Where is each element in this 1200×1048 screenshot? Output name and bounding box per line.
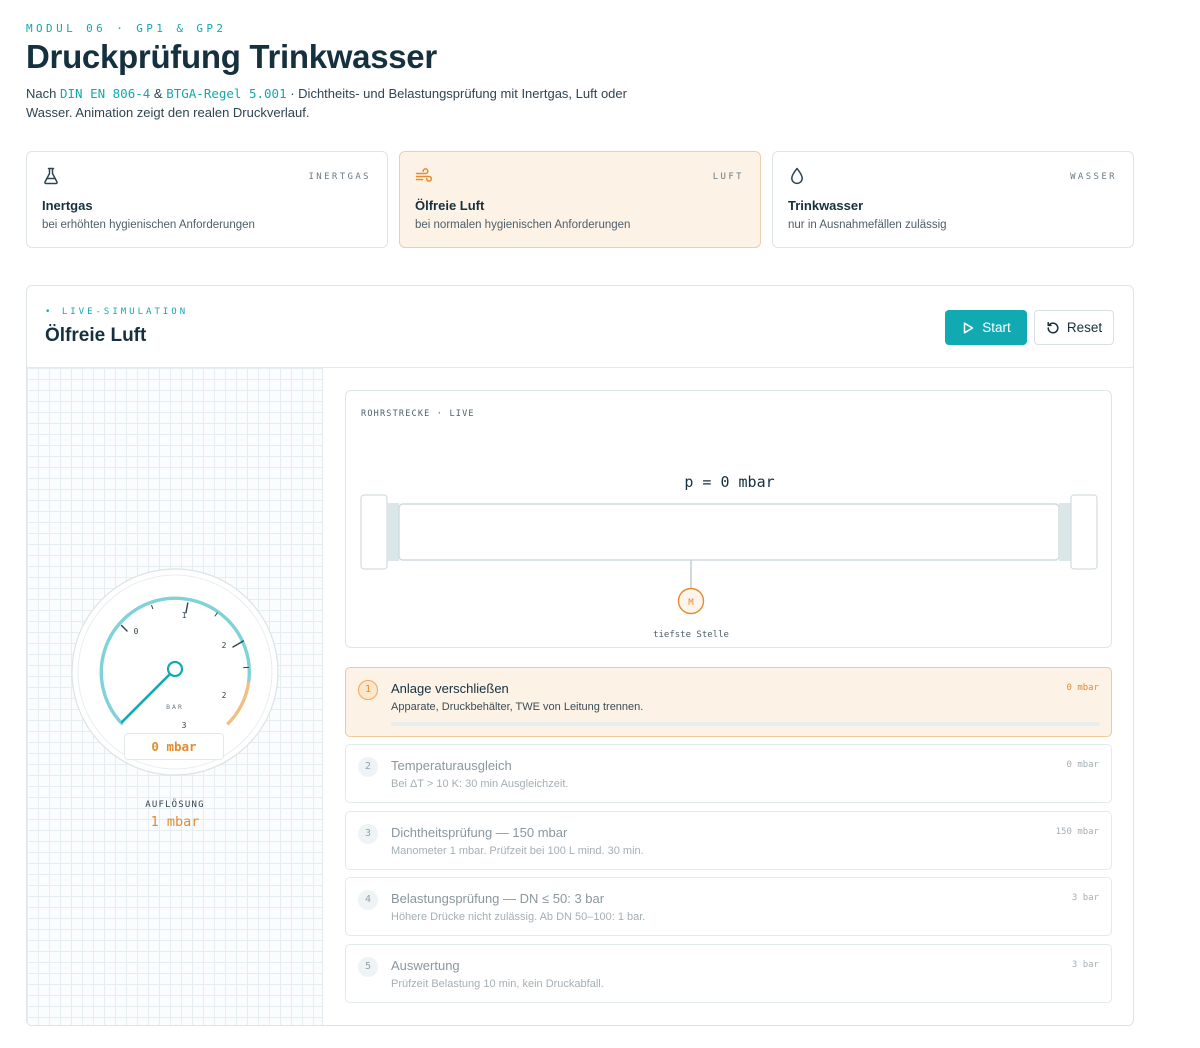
pipe-graphic: M tiefste Stelle bbox=[360, 494, 1098, 640]
medium-card-luft[interactable]: LUFT Ölfreie Luft bei normalen hygienisc… bbox=[399, 151, 761, 248]
pipe-body bbox=[398, 503, 1060, 561]
medium-desc: bei normalen hygienischen Anforderungen bbox=[415, 219, 631, 231]
step-item[interactable]: 3 Dichtheitsprüfung — 150 mbar Manometer… bbox=[345, 811, 1112, 870]
medium-name: Ölfreie Luft bbox=[415, 198, 485, 213]
step-item[interactable]: 4 Belastungsprüfung — DN ≤ 50: 3 bar Höh… bbox=[345, 877, 1112, 936]
resolution-label: AUFLÖSUNG bbox=[145, 800, 205, 810]
step-name: Belastungsprüfung — DN ≤ 50: 3 bar bbox=[391, 891, 605, 906]
pipe-flange-left bbox=[387, 503, 399, 561]
flask-icon bbox=[44, 167, 58, 185]
step-value: 0 mbar bbox=[1066, 683, 1099, 693]
step-value: 3 bar bbox=[1071, 960, 1099, 970]
gauge-readout: 0 mbar bbox=[124, 733, 224, 760]
step-desc: Höhere Drücke nicht zulässig. Ab DN 50–1… bbox=[391, 911, 646, 923]
medium-name: Trinkwasser bbox=[788, 198, 864, 213]
step-number: 2 bbox=[358, 757, 378, 777]
step-item[interactable]: 2 Temperaturausgleich Bei ΔT > 10 K: 30 … bbox=[345, 744, 1112, 803]
reset-button[interactable]: Reset bbox=[1034, 310, 1114, 345]
pipe-cap-left bbox=[360, 494, 388, 570]
medium-tag: WASSER bbox=[1070, 172, 1117, 182]
step-name: Auswertung bbox=[391, 958, 460, 973]
gauge-hub bbox=[166, 660, 184, 678]
step-item[interactable]: 1 Anlage verschließen Apparate, Druckbeh… bbox=[345, 667, 1112, 737]
step-value: 0 mbar bbox=[1066, 760, 1099, 770]
step-name: Temperaturausgleich bbox=[391, 758, 512, 773]
subtitle-prefix: Nach bbox=[26, 86, 60, 101]
start-label: Start bbox=[982, 320, 1011, 335]
page-subtitle: Nach DIN EN 806-4 & BTGA-Regel 5.001 · D… bbox=[26, 85, 646, 122]
step-desc: Apparate, Druckbehälter, TWE von Leitung… bbox=[391, 701, 644, 713]
step-number: 3 bbox=[358, 824, 378, 844]
start-button[interactable]: Start bbox=[945, 310, 1027, 345]
live-simulation-tag: • LIVE-SIMULATION bbox=[45, 307, 189, 317]
medium-name: Inertgas bbox=[42, 198, 93, 213]
droplet-icon bbox=[791, 167, 803, 185]
step-number: 5 bbox=[358, 957, 378, 977]
medium-card-wasser[interactable]: WASSER Trinkwasser nur in Ausnahmefällen… bbox=[772, 151, 1134, 248]
medium-tag: LUFT bbox=[712, 172, 744, 182]
module-eyebrow: MODUL 06 · GP1 & GP2 bbox=[26, 22, 227, 35]
medium-tag: INERTGAS bbox=[308, 172, 371, 182]
reset-label: Reset bbox=[1066, 320, 1103, 335]
play-icon bbox=[963, 321, 974, 334]
simulation-panel: • LIVE-SIMULATION Ölfreie Luft Start Res… bbox=[26, 285, 1134, 1026]
pipe-diagram: ROHRSTRECKE · LIVE p = 0 mbar M tiefste … bbox=[345, 390, 1112, 648]
gauge-tick-label: 0 bbox=[134, 627, 139, 636]
step-number: 4 bbox=[358, 890, 378, 910]
step-item[interactable]: 5 Auswertung Prüfzeit Belastung 10 min, … bbox=[345, 944, 1112, 1003]
step-name: Anlage verschließen bbox=[391, 681, 509, 696]
pipe-cap-right bbox=[1070, 494, 1098, 570]
subtitle-amp: & bbox=[150, 86, 167, 101]
step-value: 150 mbar bbox=[1055, 827, 1099, 837]
norm-btga-link: BTGA-Regel 5.001 bbox=[166, 86, 287, 101]
step-desc: Manometer 1 mbar. Prüfzeit bei 100 L min… bbox=[391, 845, 644, 857]
reset-icon bbox=[1047, 321, 1059, 334]
medium-card-inertgas[interactable]: INERTGAS Inertgas bei erhöhten hygienisc… bbox=[26, 151, 388, 248]
gauge-unit-label: BAR bbox=[166, 703, 184, 711]
step-name: Dichtheitsprüfung — 150 mbar bbox=[391, 825, 568, 840]
step-number: 1 bbox=[358, 680, 378, 700]
pipe-flange-right bbox=[1059, 503, 1071, 561]
step-value: 3 bar bbox=[1071, 893, 1099, 903]
manometer-label: M bbox=[688, 598, 694, 608]
gauge-tick-label: 3 bbox=[182, 721, 187, 730]
simulation-header: • LIVE-SIMULATION Ölfreie Luft Start Res… bbox=[27, 286, 1133, 368]
step-desc: Bei ΔT > 10 K: 30 min Ausgleichzeit. bbox=[391, 778, 569, 790]
wind-icon bbox=[415, 168, 433, 182]
low-point-label: tiefste Stelle bbox=[653, 630, 729, 640]
gauge-area: 0 1 2 2 3 BAR 0 mbar AUFLÖSUNG 1 mbar bbox=[27, 368, 323, 1025]
simulation-title: Ölfreie Luft bbox=[45, 325, 147, 346]
gauge-tick-label: 2 bbox=[222, 691, 227, 700]
step-progress-bar bbox=[391, 722, 1100, 726]
gauge-tick-label: 2 bbox=[222, 641, 227, 650]
gauge-tick-label: 1 bbox=[182, 611, 187, 620]
norm-din-link: DIN EN 806-4 bbox=[59, 86, 151, 101]
resolution-value: 1 mbar bbox=[150, 814, 200, 830]
medium-desc: nur in Ausnahmefällen zulässig bbox=[788, 219, 947, 231]
medium-desc: bei erhöhten hygienischen Anforderungen bbox=[42, 219, 255, 231]
step-desc: Prüfzeit Belastung 10 min, kein Druckabf… bbox=[391, 978, 604, 990]
page-title: Druckprüfung Trinkwasser bbox=[26, 38, 437, 75]
